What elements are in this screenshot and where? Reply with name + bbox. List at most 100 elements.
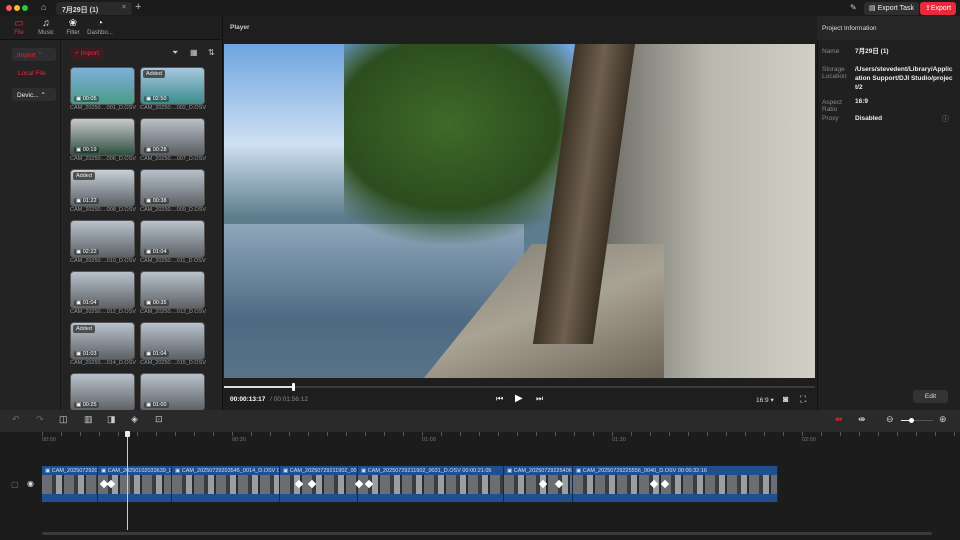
nav-music[interactable]: ♫ Music: [31, 18, 61, 36]
timeline-clip[interactable]: ▣ CAM_2025072920: [42, 466, 98, 502]
play-icon[interactable]: ▶: [515, 393, 523, 404]
video-preview[interactable]: [224, 44, 815, 378]
nav-filter[interactable]: ❀ Filter: [58, 18, 88, 36]
timeline-clip[interactable]: ▣ CAM_20250729203545_0014_D.OSV 0: [172, 466, 280, 502]
media-item[interactable]: Added ▣ 01:03 CAM_20250....014_D.OSV: [70, 322, 140, 366]
media-item[interactable]: Added ▣ 02:50 CAM_20250....002_D.OSV: [140, 67, 210, 111]
media-item[interactable]: ▣ 00:25: [70, 373, 140, 411]
clip-name: CAM_20250102033639_0: [107, 468, 172, 474]
scrubber-progress: [224, 386, 294, 388]
fullscreen-icon[interactable]: ⛶: [800, 394, 806, 405]
video-360-icon: ▣: [576, 468, 583, 474]
new-tab-button[interactable]: +: [135, 1, 141, 13]
reframe-icon[interactable]: ⊡: [155, 414, 163, 425]
music-icon: ♫: [42, 18, 50, 29]
export-task-button[interactable]: ▤ Export Task: [864, 2, 920, 15]
home-icon[interactable]: ⌂: [41, 2, 46, 12]
media-filename: CAM_20250....013_D.OSV: [140, 309, 207, 315]
project-tab[interactable]: 7月29日 (1) ×: [56, 2, 132, 15]
zoom-out-icon[interactable]: ⊖: [886, 414, 894, 425]
filter-sort-icon[interactable]: ⏷: [172, 48, 178, 58]
media-thumbnail: ▣ 00:25: [70, 373, 135, 411]
zoom-slider-handle[interactable]: [909, 418, 914, 423]
storage-label: Storage Location: [822, 66, 847, 80]
media-thumbnail: ▣ 02:22: [70, 220, 135, 258]
aspect-ratio-select[interactable]: 16:9 ▾: [756, 396, 774, 404]
media-item[interactable]: Added ▣ 01:22 CAM_20250....008_D.OSV: [70, 169, 140, 213]
local-file-item[interactable]: Local File: [18, 70, 46, 77]
ruler-label: 01:00: [422, 437, 436, 443]
media-item[interactable]: ▣ 00:05 CAM_20250....001_D.OSV: [70, 67, 140, 111]
keyframe-icon[interactable]: ◈: [131, 414, 138, 425]
media-item[interactable]: ▣ 00:28 CAM_20250....007_D.OSV: [140, 118, 210, 162]
export-button[interactable]: ⇪Export: [920, 2, 957, 15]
device-section-toggle[interactable]: Devic... ⌃: [12, 88, 56, 101]
aspect-value: 16:9: [756, 397, 769, 404]
storage-location: /Users/stevedent/Library/Application Sup…: [855, 66, 953, 91]
sort-icon[interactable]: ⇅: [208, 48, 215, 57]
zoom-in-icon[interactable]: ⊕: [939, 414, 947, 425]
media-item[interactable]: ▣ 02:22 CAM_20250....010_D.OSV: [70, 220, 140, 264]
close-tab-icon[interactable]: ×: [122, 4, 126, 11]
grid-view-icon[interactable]: ▦: [190, 48, 198, 57]
import-section-toggle[interactable]: Import ⌃: [12, 48, 56, 61]
media-item[interactable]: ▣ 01:04 CAM_20250....015_D.OSV: [140, 322, 210, 366]
timeline-clip[interactable]: ▣ CAM_20250729211902_0031_D.OSV 00:00:21…: [358, 466, 504, 502]
undo-icon[interactable]: ↶: [12, 414, 20, 425]
video-360-icon: ▣: [146, 249, 153, 255]
media-item[interactable]: ▣ 01:04 CAM_20250....012_D.OSV: [70, 271, 140, 315]
duration-text: 02:50: [152, 96, 167, 102]
edit-button[interactable]: Edit: [913, 390, 948, 403]
media-thumbnail: ▣ 00:19: [70, 118, 135, 156]
media-thumbnail: ▣ 00:28: [140, 118, 205, 156]
redo-icon[interactable]: ↷: [36, 414, 44, 425]
media-item[interactable]: ▣ 00:38 CAM_20250....009_D.OSV: [140, 169, 210, 213]
proxy-label: Proxy: [822, 115, 839, 122]
help-icon[interactable]: ⓘ: [942, 114, 949, 124]
timeline-scrollbar[interactable]: [42, 532, 932, 535]
track-audio-icon[interactable]: ◉: [27, 479, 34, 488]
split-icon[interactable]: ◫: [59, 414, 68, 425]
scrubber-track[interactable]: [224, 386, 815, 388]
nav-dashboard[interactable]: ◔ Dashbo...: [85, 18, 115, 36]
playhead[interactable]: [127, 432, 128, 530]
media-filename: CAM_20250....010_D.OSV: [70, 258, 137, 264]
timeline-clip[interactable]: ▣ CAM_20250729225556_0040_D.OSV 00:00:32…: [573, 466, 778, 502]
track-visibility-icon[interactable]: ▢: [11, 480, 19, 489]
folder-icon: ▭: [14, 18, 24, 29]
playhead-handle[interactable]: [125, 431, 130, 437]
video-360-icon: ▣: [283, 468, 290, 474]
align-icon[interactable]: ⇼: [858, 414, 866, 425]
trim-start-icon[interactable]: ▥: [84, 414, 93, 425]
snapshot-icon[interactable]: ◙: [783, 394, 788, 404]
snap-icon[interactable]: ⇹: [835, 414, 843, 425]
scrubber-handle[interactable]: [292, 383, 296, 391]
media-item[interactable]: ▣ 01:00: [140, 373, 210, 411]
timeline-clip[interactable]: ▣ CAM_20250729211902_00: [280, 466, 358, 502]
media-item[interactable]: ▣ 01:04 CAM_20250....011_D.OSV: [140, 220, 210, 264]
import-media-button[interactable]: + Import: [70, 48, 105, 60]
media-thumbnail: ▣ 01:00: [140, 373, 205, 411]
media-duration: ▣ 01:03: [74, 351, 99, 357]
media-thumbnail: Added ▣ 01:22: [70, 169, 135, 207]
nav-folder[interactable]: ▭ File: [4, 18, 34, 36]
media-item[interactable]: ▣ 00:35 CAM_20250....013_D.OSV: [140, 271, 210, 315]
notes-icon[interactable]: ✎: [850, 3, 857, 12]
duration-text: 01:03: [82, 351, 97, 357]
ruler-label: 00:00: [42, 437, 56, 443]
clip-name: CAM_20250729211902_00: [289, 468, 357, 474]
video-360-icon: ▣: [76, 96, 83, 102]
next-frame-icon[interactable]: ⏭: [536, 394, 543, 404]
media-item[interactable]: ▣ 00:19 CAM_20250....006_D.OSV: [70, 118, 140, 162]
close-window-button[interactable]: [6, 5, 12, 11]
maximize-window-button[interactable]: [22, 5, 28, 11]
previous-frame-icon[interactable]: ⏮: [496, 394, 503, 404]
media-thumbnail: ▣ 01:04: [140, 322, 205, 360]
media-duration: ▣ 00:28: [144, 147, 169, 153]
trim-end-icon[interactable]: ◨: [107, 414, 116, 425]
media-duration: ▣ 00:38: [144, 198, 169, 204]
minimize-window-button[interactable]: [14, 5, 20, 11]
project-name: 7月29日 (1): [855, 48, 889, 55]
clip-name: CAM_20250729225406_00: [513, 468, 572, 474]
duration-text: 00:38: [152, 198, 167, 204]
